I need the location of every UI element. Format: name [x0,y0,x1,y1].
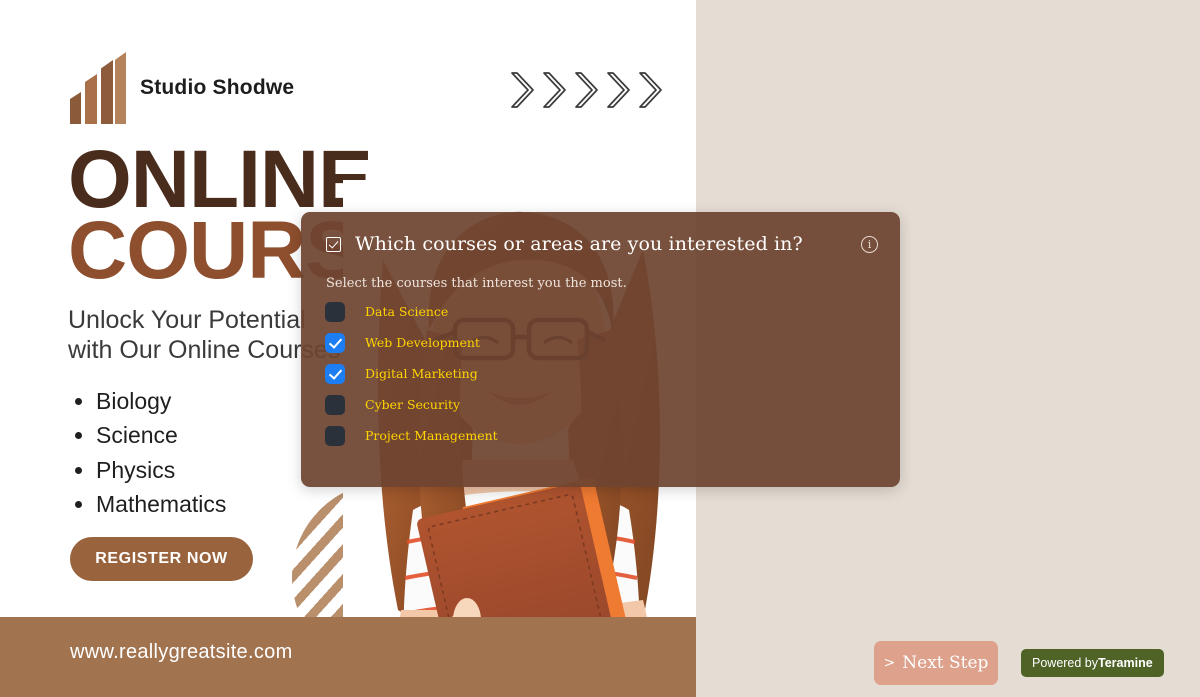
checkbox-label: Data Science [365,304,449,319]
checkbox-option-digital-marketing[interactable]: Digital Marketing [325,358,498,389]
dialog-title: Which courses or areas are you intereste… [355,233,803,255]
brand-name: Studio Shodwe [140,76,295,99]
chevron-right-icon [572,68,600,112]
list-item: Mathematics [96,487,226,521]
info-circle-icon[interactable]: i [861,235,878,253]
list-item: Physics [96,453,226,487]
powered-by-prefix: Powered by [1032,656,1099,670]
subheadline-line-1: Unlock Your Potential [68,306,306,334]
powered-by-badge[interactable]: Powered by Teramine [1021,649,1164,677]
checkbox-box[interactable] [325,394,345,415]
chevron-right-icon [636,68,664,112]
chevron-right-icon [604,68,632,112]
list-item: Biology [96,384,226,418]
dialog-subtitle: Select the courses that interest you the… [326,276,627,291]
subheadline: Unlock Your Potential with Our Online Co… [68,306,340,365]
checkbox-option-web-development[interactable]: Web Development [325,327,498,358]
checkbox-box[interactable] [325,301,345,322]
checkbox-option-cyber-security[interactable]: Cyber Security [325,389,498,420]
checkbox-option-data-science[interactable]: Data Science [325,296,498,327]
website-url: www.reallygreatsite.com [70,641,293,663]
checkbox-option-project-management[interactable]: Project Management [325,420,498,451]
chevron-right-icon: > [883,655,896,671]
brand-logo[interactable]: Studio Shodwe [70,52,294,124]
next-step-label: Next Step [902,653,989,673]
checkbox-label: Digital Marketing [365,366,478,381]
checkbox-label: Project Management [365,428,498,443]
register-now-button[interactable]: REGISTER NOW [70,537,253,581]
checkbox-box[interactable] [325,363,345,384]
chevron-right-icon [540,68,568,112]
list-item: Science [96,418,226,452]
double-chevron-right-icon [508,68,664,112]
checkbox-box[interactable] [325,332,345,353]
chevron-right-icon [508,68,536,112]
dialog-header: Which courses or areas are you intereste… [326,233,878,255]
powered-by-brand: Teramine [1098,656,1153,670]
checkbox-label: Web Development [365,335,480,350]
checkbox-label: Cyber Security [365,397,461,412]
checkbox-box[interactable] [325,425,345,446]
subheadline-line-2: with Our Online Courses [68,335,341,364]
checked-box-icon [326,236,341,252]
course-interest-dialog: Which courses or areas are you intereste… [301,212,900,487]
course-subject-list: Biology Science Physics Mathematics [96,384,226,521]
course-options-group: Data Science Web Development Digital Mar… [325,296,498,451]
screenshot-canvas: Studio Shodwe ONLINE COURSE Unlock Your … [0,0,1200,697]
bar-chart-logo-icon [70,52,126,124]
next-step-button[interactable]: > Next Step [874,641,998,685]
